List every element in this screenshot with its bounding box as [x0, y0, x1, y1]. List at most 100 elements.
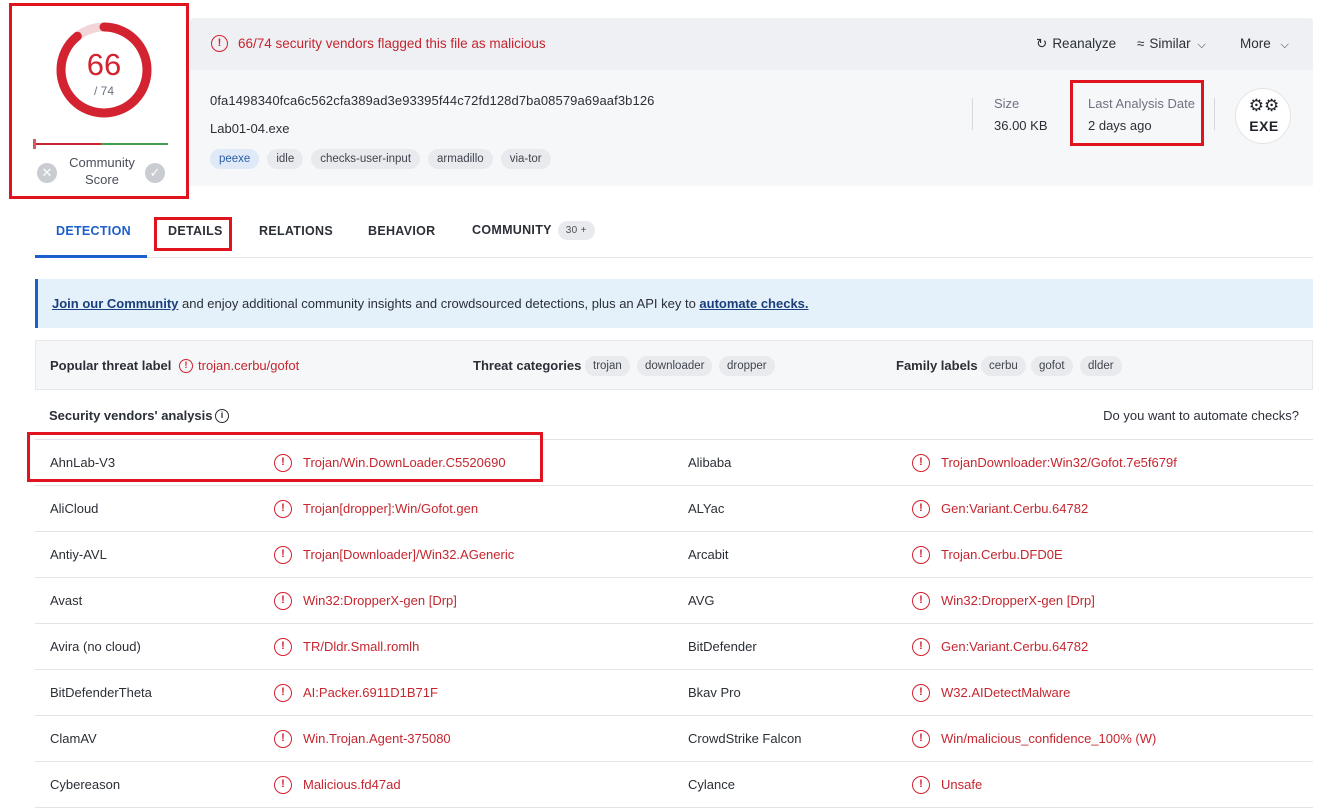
detection-result[interactable]: Malicious.fd47ad: [303, 777, 401, 792]
exclamation-circle-icon: !: [274, 500, 292, 518]
info-icon[interactable]: i: [215, 409, 229, 423]
chevron-down-icon: ⌵: [1280, 39, 1289, 51]
exclamation-circle-icon: !: [912, 730, 930, 748]
exe-file-icon: ⚙⚙ EXE: [1235, 88, 1291, 144]
exclamation-circle-icon: !: [912, 776, 930, 794]
exclamation-circle-icon: !: [912, 638, 930, 656]
detection-count: 66: [86, 47, 122, 82]
category-chip[interactable]: dropper: [719, 356, 775, 376]
category-chip[interactable]: trojan: [585, 356, 630, 376]
table-row: BitDefenderTheta! AI:Packer.6911D1B71F Bka…: [35, 670, 1313, 716]
family-chip[interactable]: dlder: [1080, 356, 1122, 376]
community-score-marker: [33, 139, 36, 149]
more-button[interactable]: More ⌵: [1240, 36, 1289, 52]
detection-result[interactable]: TR/Dldr.Small.romlh: [303, 639, 419, 654]
automate-checks-link[interactable]: automate checks.: [699, 296, 808, 311]
detection-result[interactable]: W32.AIDetectMalware: [941, 685, 1070, 700]
size-value: 36.00 KB: [994, 118, 1048, 133]
detection-result[interactable]: Win32:DropperX-gen [Drp]: [303, 593, 457, 608]
exclamation-circle-icon: !: [912, 500, 930, 518]
vendor-name: ClamAV: [50, 731, 97, 746]
exclamation-circle-icon: !: [912, 546, 930, 564]
table-row: ClamAV! Win.Trojan.Agent-375080 CrowdStrik…: [35, 716, 1313, 762]
detection-result[interactable]: Trojan[Downloader]/Win32.AGeneric: [303, 547, 514, 562]
file-tag[interactable]: via-tor: [500, 149, 551, 169]
x-circle-icon: ✕: [41, 165, 53, 180]
tab-community[interactable]: COMMUNITY 30 +: [472, 221, 595, 240]
popular-threat-value[interactable]: trojan.cerbu/gofot: [198, 358, 299, 373]
category-chip[interactable]: downloader: [637, 356, 713, 376]
detection-result[interactable]: Win/malicious_confidence_100% (W): [941, 731, 1156, 746]
table-row: Cybereason! Malicious.fd47ad Cylance! Unsaf…: [35, 762, 1313, 808]
exclamation-circle-icon: !: [179, 359, 193, 373]
file-tag[interactable]: checks-user-input: [311, 149, 421, 169]
file-tags: peexe idle checks-user-input armadillo via-t…: [210, 149, 551, 169]
file-tag[interactable]: idle: [267, 149, 304, 169]
gears-glyph: ⚙⚙: [1248, 96, 1280, 115]
vendor-name: AVG: [688, 593, 715, 608]
table-row: Avira (no cloud)! TR/Dldr.Small.romlh BitD…: [35, 624, 1313, 670]
divider: [972, 98, 973, 130]
exclamation-circle-icon: !: [274, 592, 292, 610]
detection-result[interactable]: TrojanDownloader:Win32/Gofot.7e5f679f: [941, 455, 1177, 470]
vendor-name: BitDefender: [688, 639, 757, 654]
detection-result[interactable]: AI:Packer.6911D1B71F: [303, 685, 438, 700]
table-row: AliCloud! Trojan[dropper]:Win/Gofot.gen AL…: [35, 486, 1313, 532]
family-labels-label: Family labels: [896, 358, 978, 373]
exclamation-circle-icon: !: [274, 638, 292, 656]
community-score-highlight: 66 / 74 ✕ Community Score ✓: [9, 3, 189, 199]
popular-threat-label: Popular threat label: [50, 358, 172, 373]
vendor-name: Cybereason: [50, 777, 121, 792]
family-chip[interactable]: gofot: [1031, 356, 1073, 376]
detection-gauge: 66 / 74: [52, 18, 156, 122]
table-row: Antiy-AVL! Trojan[Downloader]/Win32.AGene…: [35, 532, 1313, 578]
vendor-name: CrowdStrike Falcon: [688, 731, 802, 746]
automate-checks-prompt[interactable]: Do you want to automate checks?: [1103, 408, 1299, 423]
detection-result[interactable]: Win.Trojan.Agent-375080: [303, 731, 451, 746]
community-count-badge: 30 +: [557, 221, 595, 240]
threat-categories-label: Threat categories: [473, 358, 582, 373]
banner-text: Join our Community and enjoy additional …: [52, 296, 809, 311]
vendor-name: ALYac: [688, 501, 725, 516]
vendor-name: Arcabit: [688, 547, 729, 562]
file-hash[interactable]: 0fa1498340fca6c562cfa389ad3e93395f44c72f…: [210, 93, 655, 108]
reanalyze-button[interactable]: ↻ Reanalyze: [1036, 36, 1116, 52]
exclamation-circle-icon: !: [912, 684, 930, 702]
community-banner: Join our Community and enjoy additional …: [35, 279, 1313, 328]
check-circle-icon: ✓: [149, 165, 161, 180]
community-score-bar: [33, 139, 168, 149]
exclamation-circle-icon: !: [211, 35, 228, 52]
family-chip[interactable]: cerbu: [981, 356, 1026, 376]
chevron-down-icon: ⌵: [1197, 39, 1206, 51]
vote-harmless-button[interactable]: ✓: [145, 163, 165, 183]
file-tag[interactable]: peexe: [210, 149, 260, 169]
vote-malicious-button[interactable]: ✕: [37, 163, 57, 183]
file-name: Lab01-04.exe: [210, 121, 290, 136]
divider: [1214, 98, 1215, 130]
exclamation-circle-icon: !: [274, 776, 292, 794]
exclamation-circle-icon: !: [274, 684, 292, 702]
detection-total: / 74: [93, 84, 114, 98]
detection-result[interactable]: Gen:Variant.Cerbu.64782: [941, 501, 1088, 516]
threat-summary-row: Popular threat label ! trojan.cerbu/gofo…: [35, 340, 1313, 390]
detection-result[interactable]: Gen:Variant.Cerbu.64782: [941, 639, 1088, 654]
tab-detection[interactable]: DETECTION: [56, 224, 131, 238]
detection-result[interactable]: Trojan.Cerbu.DFD0E: [941, 547, 1063, 562]
vendor-name: AliCloud: [50, 501, 99, 516]
detection-result[interactable]: Win32:DropperX-gen [Drp]: [941, 593, 1095, 608]
similar-button[interactable]: ≈ Similar ⌵: [1137, 36, 1206, 52]
detection-result[interactable]: Trojan[dropper]:Win/Gofot.gen: [303, 501, 478, 516]
exclamation-circle-icon: !: [912, 592, 930, 610]
file-tag[interactable]: armadillo: [428, 149, 493, 169]
vendor-name: Cylance: [688, 777, 735, 792]
detection-result[interactable]: Unsafe: [941, 777, 982, 792]
vendor-name: Alibaba: [688, 455, 732, 470]
details-tab-highlight: [154, 217, 232, 251]
vendor-name: Bkav Pro: [688, 685, 741, 700]
file-type-label: EXE: [1249, 118, 1279, 134]
tab-behavior[interactable]: BEHAVIOR: [368, 224, 435, 238]
tab-relations[interactable]: RELATIONS: [259, 224, 333, 238]
join-community-link[interactable]: Join our Community: [52, 296, 178, 311]
vendors-table: AhnLab-V3! Trojan/Win.DownLoader.C5520690…: [35, 439, 1313, 808]
vendor-name: BitDefenderTheta: [50, 685, 152, 700]
